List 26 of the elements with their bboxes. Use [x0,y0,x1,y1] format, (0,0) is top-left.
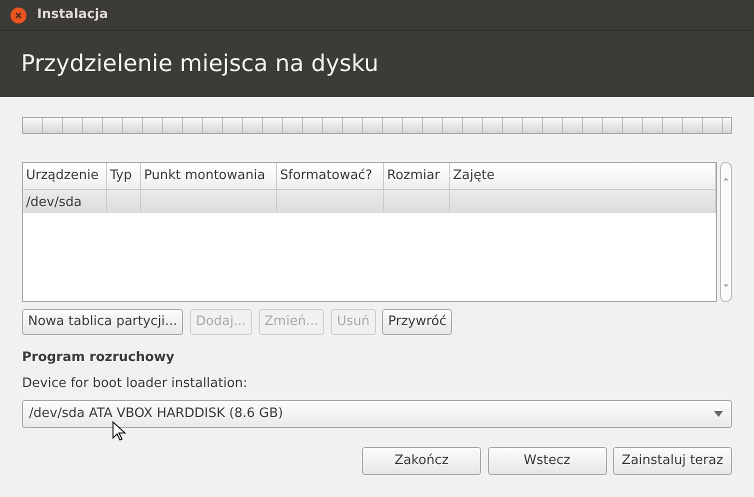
dialog-button[interactable]: Zakończ [362,447,481,475]
partition-button[interactable]: Nowa tablica partycji... [22,308,184,334]
column-header[interactable]: Urządzenie [23,163,107,190]
dialog-button[interactable]: Wstecz [488,447,606,475]
table-cell[interactable] [384,190,450,212]
dialog-button[interactable]: Zainstaluj teraz [613,447,732,475]
dropdown-arrow-icon [714,410,723,416]
close-icon[interactable] [10,6,27,24]
column-header[interactable]: Typ [107,163,141,190]
table-cell[interactable] [107,190,141,212]
page-heading: Przydzielenie miejsca na dysku [21,50,379,79]
table-cell[interactable] [141,190,277,212]
column-header[interactable]: Rozmiar [384,163,450,190]
table-cell[interactable] [450,190,716,212]
column-header[interactable]: Sformatować? [277,163,384,190]
table-cell[interactable] [277,190,384,212]
mouse-pointer-icon [112,421,126,441]
scrollbar[interactable] [720,162,732,302]
window-title: Instalacja [37,6,108,24]
partition-button[interactable]: Przywróć [382,308,452,334]
table-cell[interactable]: /dev/sda [23,190,107,212]
field-label: Device for boot loader installation: [22,374,248,392]
boot-device-dropdown[interactable]: /dev/sda ATA VBOX HARDDISK (8.6 GB) [22,400,732,428]
column-header[interactable]: Punkt montowania [141,163,277,190]
section-heading: Program rozruchowy [22,348,176,366]
column-header[interactable]: Zajęte [450,163,716,190]
